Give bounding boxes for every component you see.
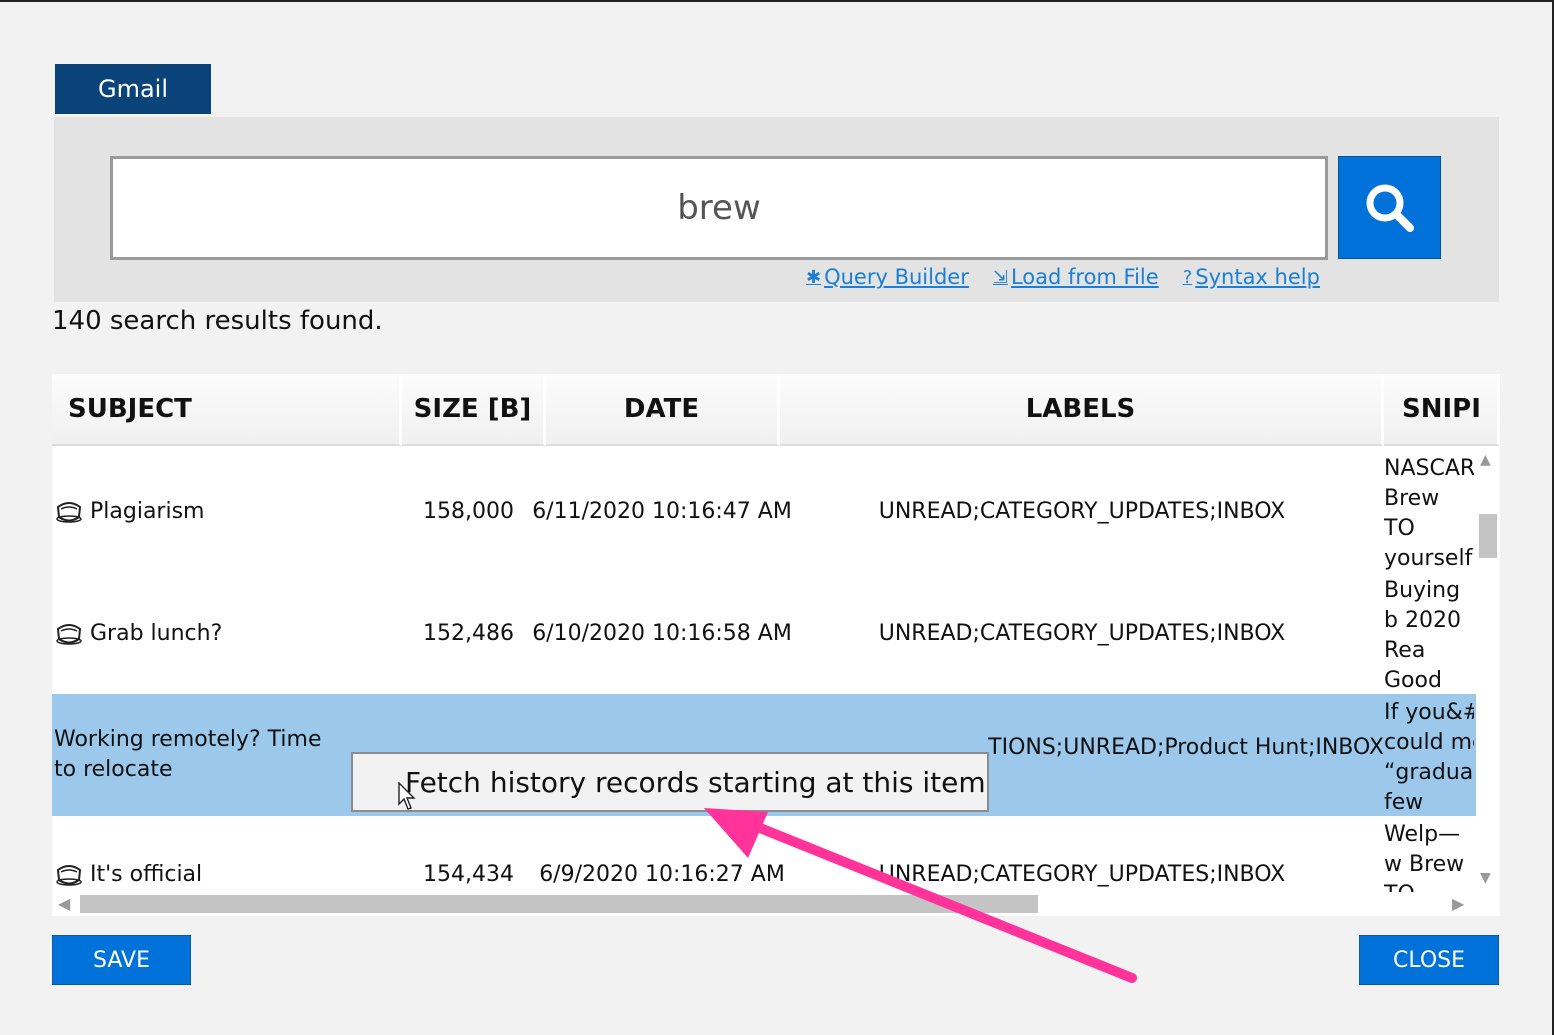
syntax-help-label: Syntax help bbox=[1195, 265, 1320, 289]
load-from-file-link[interactable]: ⇲ Load from File bbox=[993, 262, 1159, 292]
close-button[interactable]: CLOSE bbox=[1359, 935, 1499, 985]
column-header-labels[interactable]: LABELS bbox=[780, 374, 1384, 446]
vertical-scroll-thumb[interactable] bbox=[1479, 514, 1497, 558]
subject-text: Grab lunch? bbox=[90, 620, 223, 646]
column-header-date[interactable]: DATE bbox=[546, 374, 780, 446]
results-count: 140 search results found. bbox=[52, 306, 383, 336]
subject-text: Plagiarism bbox=[90, 498, 205, 524]
table-header: SUBJECT SIZE [B] DATE LABELS SNIPI bbox=[52, 374, 1500, 446]
query-builder-label: Query Builder bbox=[824, 265, 969, 289]
search-input[interactable] bbox=[110, 156, 1328, 260]
window-top-border bbox=[0, 0, 1554, 2]
table-row[interactable]: Plagiarism 158,000 6/11/2020 10:16:47 AM… bbox=[52, 450, 1476, 572]
labels-cell: UNREAD;CATEGORY_UPDATES;INBOX bbox=[878, 620, 1286, 646]
tab-gmail[interactable]: Gmail bbox=[55, 64, 211, 114]
search-links: ✱ Query Builder ⇲ Load from File ? Synta… bbox=[806, 262, 1320, 292]
cup-icon bbox=[56, 502, 82, 523]
vertical-scrollbar[interactable]: ▲ ▼ bbox=[1476, 452, 1500, 892]
subject-cell: Working remotely? Time to relocate bbox=[54, 694, 344, 816]
mouse-pointer-icon bbox=[398, 782, 416, 810]
snippet-cell: NASCAR Brew TO yourself might als bbox=[1384, 456, 1474, 571]
column-header-snippet[interactable]: SNIPI bbox=[1384, 374, 1500, 446]
file-import-icon: ⇲ bbox=[992, 266, 1008, 288]
horizontal-scroll-thumb[interactable] bbox=[80, 895, 1038, 913]
subject-cell: Plagiarism bbox=[54, 450, 204, 572]
scroll-up-icon[interactable]: ▲ bbox=[1480, 452, 1491, 468]
column-header-subject[interactable]: SUBJECT bbox=[52, 374, 402, 446]
gear-icon: ✱ bbox=[806, 266, 822, 288]
query-builder-link[interactable]: ✱ Query Builder bbox=[806, 262, 969, 292]
date-cell: 6/9/2020 10:16:27 AM bbox=[539, 861, 785, 887]
labels-cell: UNREAD;CATEGORY_UPDATES;INBOX bbox=[878, 498, 1286, 524]
labels-cell: TIONS;UNREAD;Product Hunt;INBOX bbox=[988, 734, 1384, 760]
size-cell: 158,000 bbox=[423, 498, 514, 524]
table-row[interactable]: Grab lunch? 152,486 6/10/2020 10:16:58 A… bbox=[52, 572, 1476, 694]
subject-cell: Grab lunch? bbox=[54, 572, 222, 694]
size-cell: 154,434 bbox=[423, 861, 514, 887]
context-menu-item-label: Fetch history records starting at this i… bbox=[405, 765, 986, 799]
results-table: SUBJECT SIZE [B] DATE LABELS SNIPI Plagi… bbox=[52, 374, 1500, 916]
search-button[interactable] bbox=[1338, 156, 1441, 259]
scroll-down-icon[interactable]: ▼ bbox=[1480, 870, 1491, 886]
snippet-cell: If you&# could mc “graduall few bbox=[1384, 700, 1474, 815]
table-row[interactable]: It's official 154,434 6/9/2020 10:16:27 … bbox=[52, 816, 1476, 892]
cup-icon bbox=[56, 624, 82, 645]
date-cell: 6/11/2020 10:16:47 AM bbox=[532, 498, 792, 524]
scroll-right-icon[interactable]: ▶ bbox=[1452, 894, 1464, 913]
column-header-size[interactable]: SIZE [B] bbox=[402, 374, 546, 446]
question-icon: ? bbox=[1182, 266, 1193, 288]
scroll-left-icon[interactable]: ◀ bbox=[58, 894, 70, 913]
subject-cell: It's official bbox=[54, 836, 202, 892]
cup-icon bbox=[56, 865, 82, 886]
size-cell: 152,486 bbox=[423, 620, 514, 646]
snippet-cell: Welp—w Brew TO bbox=[1384, 822, 1465, 892]
subject-text: Working remotely? Time to relocate bbox=[54, 727, 322, 782]
horizontal-scrollbar[interactable]: ◀ ▶ bbox=[52, 892, 1476, 916]
save-button[interactable]: SAVE bbox=[52, 935, 191, 985]
search-icon bbox=[1366, 184, 1414, 232]
subject-text: It's official bbox=[90, 861, 203, 887]
load-from-file-label: Load from File bbox=[1010, 265, 1159, 289]
labels-cell: UNREAD;CATEGORY_UPDATES;INBOX bbox=[878, 861, 1286, 887]
date-cell: 6/10/2020 10:16:58 AM bbox=[532, 620, 792, 646]
snippet-cell: Buying b 2020 Rea Good mc would bbox=[1384, 578, 1461, 693]
syntax-help-link[interactable]: ? Syntax help bbox=[1183, 262, 1320, 292]
context-menu-fetch-history[interactable]: Fetch history records starting at this i… bbox=[351, 752, 989, 812]
